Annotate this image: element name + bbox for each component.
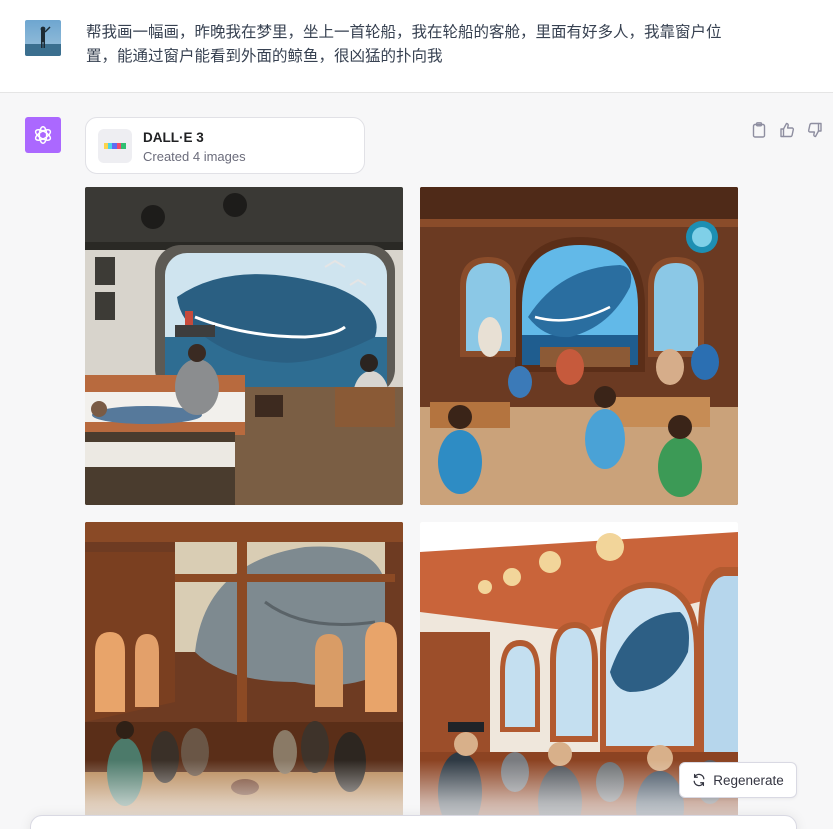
openai-logo-icon xyxy=(25,117,61,153)
regenerate-label: Regenerate xyxy=(713,772,784,788)
message-actions xyxy=(748,120,826,140)
dalle-tool-card[interactable]: DALL·E 3 Created 4 images xyxy=(85,117,365,174)
generated-image-2[interactable] xyxy=(420,187,738,505)
thumbs-down-icon[interactable] xyxy=(804,120,826,140)
refresh-icon xyxy=(693,773,705,787)
tool-status: Created 4 images xyxy=(143,149,246,164)
thumbs-up-icon[interactable] xyxy=(776,120,798,140)
user-message-text: 帮我画一幅画，昨晚我在梦里，坐上一首轮船，我在轮船的客舱，里面有好多人，我靠窗户… xyxy=(86,23,722,65)
generated-image-1[interactable] xyxy=(85,187,403,505)
user-avatar xyxy=(25,20,61,56)
dalle-color-bar-icon xyxy=(98,129,132,163)
regenerate-button[interactable]: Regenerate xyxy=(679,762,797,798)
tool-name: DALL·E 3 xyxy=(143,130,204,145)
generated-image-3[interactable] xyxy=(85,522,403,829)
user-message-row: 帮我画一幅画，昨晚我在梦里，坐上一首轮船，我在轮船的客舱，里面有好多人，我靠窗户… xyxy=(0,0,833,93)
clipboard-icon[interactable] xyxy=(748,120,770,140)
message-composer[interactable] xyxy=(30,815,797,829)
